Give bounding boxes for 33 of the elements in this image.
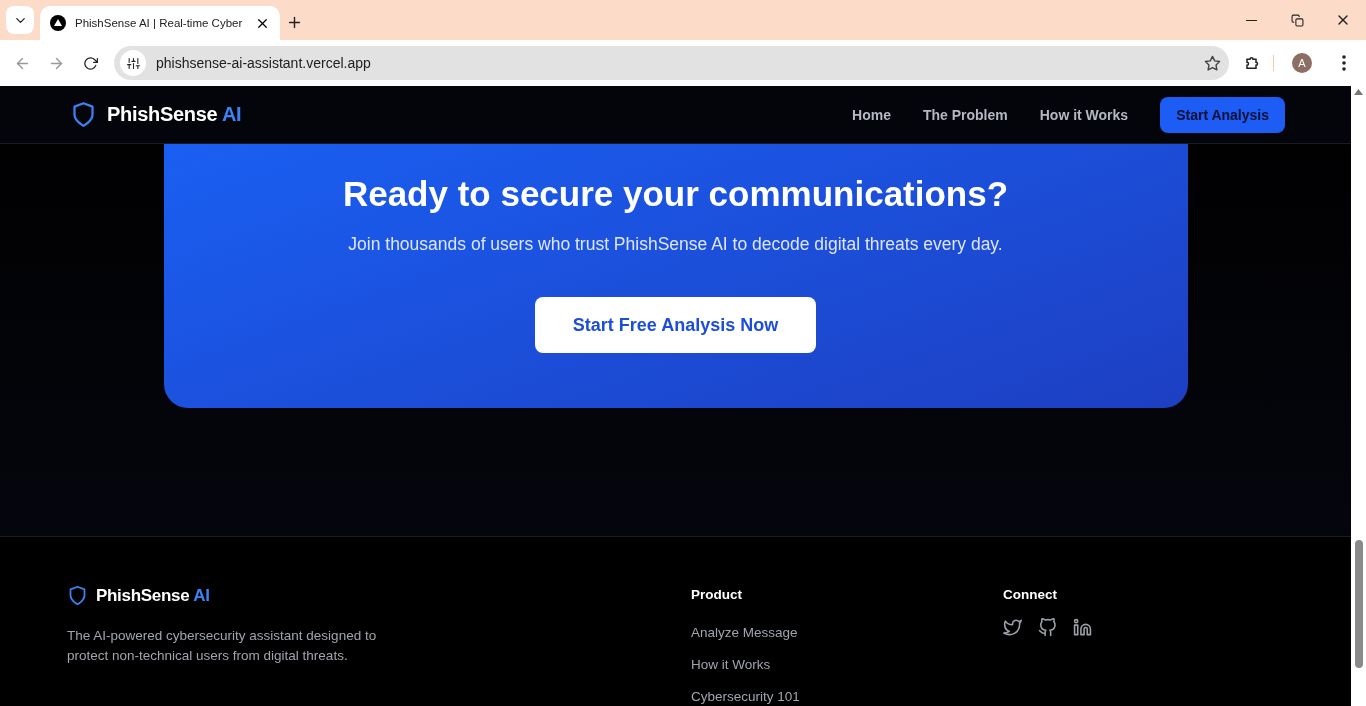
- bird-icon[interactable]: [1003, 618, 1022, 637]
- footer-link[interactable]: Cybersecurity 101: [691, 688, 1003, 706]
- column-heading: Connect: [1003, 587, 1058, 602]
- site-settings-button[interactable]: [120, 50, 146, 76]
- more-vertical-icon: [1342, 55, 1346, 71]
- nav-link[interactable]: Home: [852, 106, 891, 123]
- browser-tab[interactable]: PhishSense AI | Real-time Cyber: [40, 6, 280, 40]
- footer-link[interactable]: Analyze Message: [691, 624, 1003, 642]
- nav-link[interactable]: The Problem: [922, 106, 1008, 123]
- tab-title: PhishSense AI | Real-time Cyber: [75, 17, 244, 29]
- address-bar[interactable]: phishsense-ai-assistant.vercel.app: [114, 46, 1229, 80]
- minimize-icon: [1245, 19, 1257, 21]
- start-free-analysis-button[interactable]: Start Free Analysis Now: [535, 297, 816, 353]
- column-heading: Product: [691, 587, 743, 602]
- url-text: phishsense-ai-assistant.vercel.app: [156, 55, 372, 71]
- nav-link[interactable]: How it Works: [1039, 106, 1129, 123]
- scroll-up-arrow-icon[interactable]: [1354, 89, 1363, 95]
- brand-name: PhishSense AI: [107, 103, 242, 126]
- sliders-icon: [126, 56, 140, 70]
- bookmark-star-icon[interactable]: [1204, 54, 1221, 72]
- brand-name: PhishSense AI: [96, 585, 210, 606]
- shield-icon: [67, 585, 88, 606]
- footer-link[interactable]: How it Works: [691, 656, 1003, 674]
- cta-title: Ready to secure your communications?: [342, 174, 1009, 214]
- profile-avatar[interactable]: A: [1292, 53, 1312, 73]
- scrollbar-thumb[interactable]: [1354, 540, 1363, 668]
- cta-subtitle: Join thousands of users who trust PhishSense AI to decode digital threats every day.: [348, 234, 1003, 255]
- reload-icon: [82, 55, 98, 71]
- footer-description: The AI-powered cybersecurity assistant designed to protect non-technical users from digital threats.: [67, 627, 378, 665]
- shield-icon: [70, 101, 97, 128]
- octocat-icon[interactable]: [1038, 618, 1057, 637]
- restore-icon: [1290, 13, 1304, 27]
- linkedin-icon[interactable]: [1073, 618, 1092, 637]
